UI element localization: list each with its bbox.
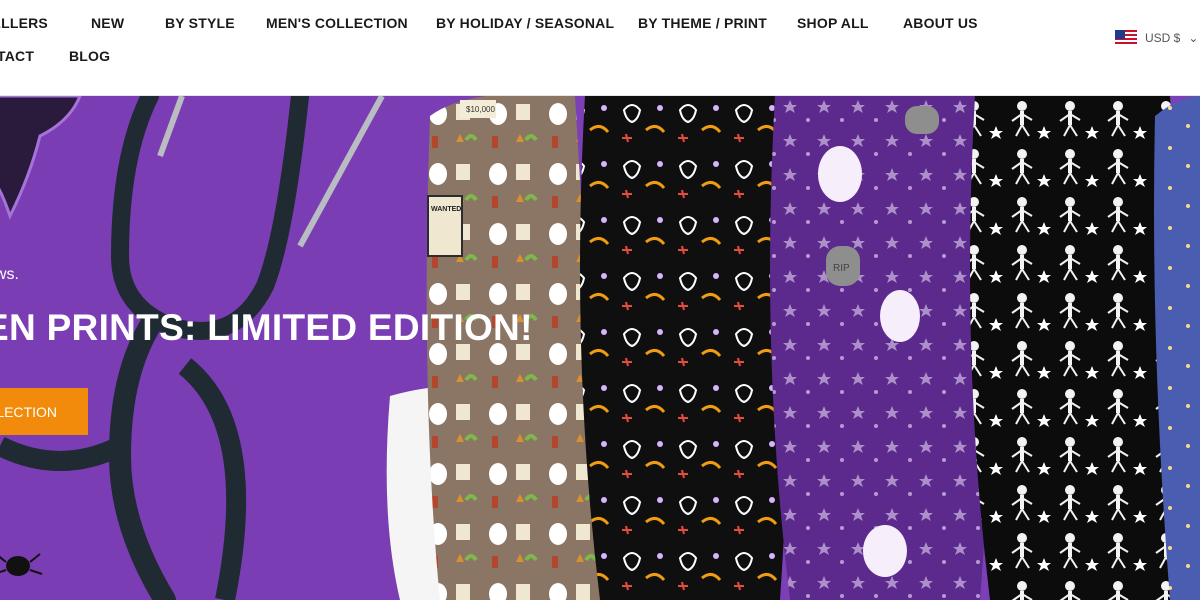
chevron-down-icon: ⌄ — [1188, 31, 1199, 45]
site-header: SELLERS NEW BY STYLE MEN'S COLLECTION BY… — [0, 0, 1200, 96]
image-print-text: WANTED — [431, 206, 461, 213]
nav-item-new[interactable]: NEW — [91, 15, 124, 31]
currency-selector[interactable]: USD $ ⌄ — [1115, 30, 1198, 46]
currency-label: USD $ — [1145, 31, 1181, 45]
nav-item-blog[interactable]: BLOG — [69, 48, 110, 64]
nav-item-by-holiday-seasonal[interactable]: BY HOLIDAY / SEASONAL — [436, 15, 614, 31]
nav-item-shop-all[interactable]: SHOP ALL — [797, 15, 869, 31]
hero-headline: EN PRINTS: LIMITED EDITION! — [0, 307, 533, 348]
nav-item-by-style[interactable]: BY STYLE — [165, 15, 235, 31]
cta-label: LECTION — [0, 403, 57, 420]
image-print-text: $10,000 — [466, 105, 495, 114]
nav-item-about-us[interactable]: ABOUT US — [903, 15, 978, 31]
us-flag-icon — [1115, 30, 1137, 46]
shop-collection-button[interactable]: LECTION — [0, 388, 88, 435]
nav-item-contact[interactable]: TACT — [0, 48, 34, 64]
image-print-text: RIP — [833, 263, 850, 274]
nav-item-best-sellers[interactable]: SELLERS — [0, 15, 48, 31]
hero-kicker-text: ews. — [0, 266, 19, 283]
nav-item-mens-collection[interactable]: MEN'S COLLECTION — [266, 15, 408, 31]
nav-item-by-theme-print[interactable]: BY THEME / PRINT — [638, 15, 767, 31]
hero-banner[interactable]: $10,000 WANTED RIP ews. EN PRINTS: LIMIT… — [0, 96, 1200, 600]
